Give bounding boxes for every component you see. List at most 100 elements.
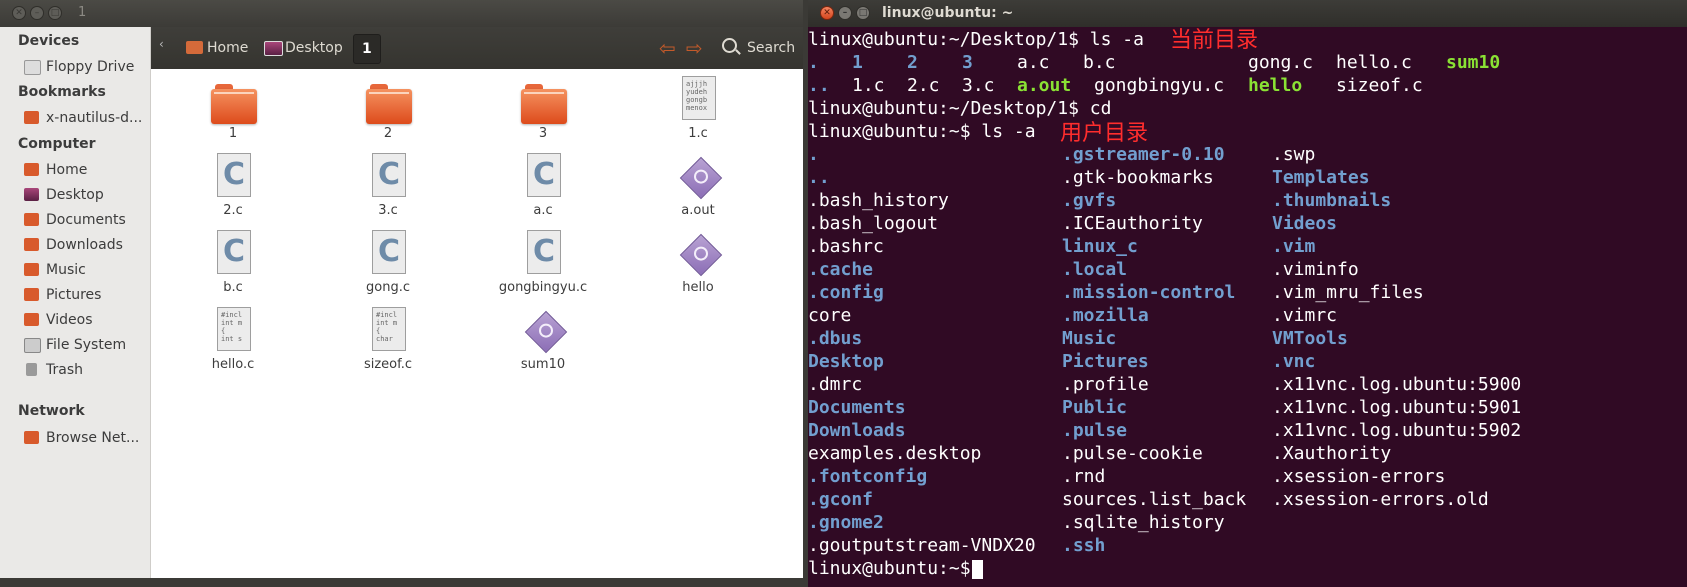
sidebar-item-label: Home (46, 162, 88, 178)
terminal-window[interactable]: ✕ – □ linux@ubuntu: ~ linux@ubuntu:~/Des… (808, 0, 1687, 587)
ls-entry: VMTools (1272, 328, 1348, 349)
minimize-window-button[interactable]: – (838, 6, 852, 20)
terminal-prompt: linux@ubuntu:~/Desktop/1$ ls -a (808, 29, 1144, 50)
ls-entry: .. (808, 167, 830, 188)
sidebar-item-label: Documents (46, 212, 126, 228)
sidebar-item-videos[interactable]: Videos (24, 310, 93, 330)
sidebar-heading-network: Network (18, 403, 85, 419)
ls-entry: a.out (1017, 75, 1072, 96)
terminal-cursor (972, 560, 983, 579)
current-dir-annotation: 当前目录 (1170, 28, 1259, 53)
sidebar: Devices Floppy Drive Bookmarks x-nautilu… (0, 27, 151, 578)
ls-entry: .gstreamer-0.10 (1062, 144, 1225, 165)
file-item[interactable]: C gongbingyu.c (483, 230, 603, 300)
sidebar-item-label: File System (46, 337, 127, 353)
sidebar-item-desktop[interactable]: Desktop (24, 185, 104, 205)
ls-entry: .x11vnc.log.ubuntu:5902 (1272, 420, 1522, 441)
ls-entry: .pulse-cookie (1062, 443, 1203, 464)
sidebar-item-documents[interactable]: Documents (24, 210, 126, 230)
ls-entry: .fontconfig (808, 466, 928, 487)
file-item[interactable]: 3 (483, 76, 603, 146)
ls-entry: Downloads (808, 420, 906, 441)
ls-entry: Pictures (1062, 351, 1149, 372)
maximize-window-button[interactable]: □ (856, 6, 870, 20)
minimize-window-button[interactable]: – (30, 6, 44, 20)
breadcrumb-current[interactable]: 1 (353, 34, 381, 64)
file-item[interactable]: 2 (328, 76, 448, 146)
sidebar-item-downloads[interactable]: Downloads (24, 235, 123, 255)
ls-entry: sources.list_back (1062, 489, 1247, 510)
sidebar-item-browse-network[interactable]: Browse Net... (24, 428, 139, 448)
back-arrow-icon[interactable]: ⇦ (659, 35, 676, 61)
close-window-button[interactable]: ✕ (12, 6, 26, 20)
file-item[interactable]: C gong.c (328, 230, 448, 300)
pictures-folder-icon (24, 288, 39, 301)
ls-entry: .dmrc (808, 374, 863, 395)
file-preview: #incl int m { int s (221, 311, 243, 343)
file-item[interactable]: C 2.c (173, 153, 293, 223)
ls-entry: .vnc (1272, 351, 1316, 372)
executable-icon (524, 310, 568, 354)
file-label: sizeof.c (363, 357, 413, 372)
ls-entry: Music (1062, 328, 1117, 349)
file-label: 1.c (688, 126, 708, 141)
ls-entry: Desktop (808, 351, 884, 372)
file-item[interactable]: C 3.c (328, 153, 448, 223)
ls-entry: 3 (962, 52, 973, 73)
ls-entry: 2.c (907, 75, 940, 96)
text-file-icon: ajjjh yudeh gongb menox (682, 76, 716, 120)
ls-entry: linux_c (1062, 236, 1138, 257)
ls-entry: .gconf (808, 489, 874, 510)
file-label: b.c (223, 280, 243, 295)
ls-entry: .vim (1272, 236, 1316, 257)
file-manager-titlebar: ✕ – □ 1 (0, 0, 803, 27)
breadcrumb-desktop[interactable]: Desktop (260, 35, 343, 61)
maximize-window-button[interactable]: □ (48, 6, 62, 20)
file-item[interactable]: hello (638, 230, 758, 300)
sidebar-item-music[interactable]: Music (24, 260, 86, 280)
ls-entry: 1.c (852, 75, 885, 96)
ls-entry: Videos (1272, 213, 1338, 234)
text-file-icon: #incl int m { char (372, 307, 406, 351)
file-item[interactable]: sum10 (483, 307, 603, 377)
ls-entry: sum10 (1446, 52, 1501, 73)
folder-icon (366, 84, 412, 124)
desktop-icon (24, 188, 39, 201)
file-item[interactable]: a.out (638, 153, 758, 223)
trash-icon (26, 363, 37, 376)
ls-entry: . (808, 144, 819, 165)
sidebar-item-trash[interactable]: Trash (24, 360, 83, 380)
sidebar-item-bookmark[interactable]: x-nautilus-d... (24, 108, 142, 128)
ls-entry: sizeof.c (1336, 75, 1423, 96)
ls-entry: .dbus (808, 328, 863, 349)
toolbar: ‹ Home Desktop 1 ⇦ ⇨ Search (150, 27, 803, 69)
file-item[interactable]: #incl int m { int s hello.c (173, 307, 293, 377)
file-label: sum10 (520, 357, 566, 372)
file-item[interactable]: #incl int m { char sizeof.c (328, 307, 448, 377)
search-button[interactable]: Search (722, 35, 795, 61)
sidebar-item-label: Browse Net... (46, 430, 140, 446)
sidebar-item-floppy-drive[interactable]: Floppy Drive (24, 57, 134, 77)
breadcrumb-left-arrow-icon[interactable]: ‹ (159, 37, 164, 51)
breadcrumb-home[interactable]: Home (182, 35, 248, 61)
file-label: gongbingyu.c (498, 280, 588, 295)
ls-entry: .sqlite_history (1062, 512, 1225, 533)
sidebar-item-label: Music (46, 262, 86, 278)
sidebar-item-pictures[interactable]: Pictures (24, 285, 101, 305)
ls-entry: .pulse (1062, 420, 1128, 441)
file-item[interactable]: 1 (173, 76, 293, 146)
desktop-icon (264, 41, 283, 56)
file-item[interactable]: C a.c (483, 153, 603, 223)
file-manager-window: ✕ – □ 1 ‹ Home Desktop 1 ⇦ ⇨ Search Devi… (0, 0, 803, 578)
file-item[interactable]: C b.c (173, 230, 293, 300)
sidebar-item-label: Downloads (46, 237, 123, 253)
forward-arrow-icon[interactable]: ⇨ (686, 35, 703, 61)
search-label: Search (747, 40, 796, 56)
documents-folder-icon (24, 213, 39, 226)
sidebar-item-home[interactable]: Home (24, 160, 87, 180)
file-preview: #incl int m { char (376, 311, 398, 343)
executable-icon (679, 233, 723, 277)
file-item[interactable]: ajjjh yudeh gongb menox 1.c (638, 76, 758, 146)
sidebar-item-file-system[interactable]: File System (24, 335, 126, 355)
close-window-button[interactable]: ✕ (820, 6, 834, 20)
